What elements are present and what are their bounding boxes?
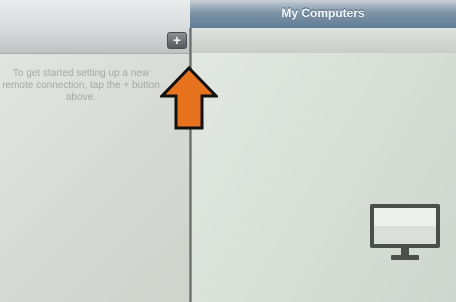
page-title: My Computers <box>281 6 365 20</box>
title-bar: My Computers <box>0 0 456 28</box>
left-header <box>0 0 190 28</box>
left-toolbar <box>0 28 190 54</box>
add-connection-button[interactable]: + <box>167 32 187 49</box>
empty-state-help-text: To get started setting up a new remote c… <box>2 68 160 103</box>
right-toolbar <box>192 28 456 53</box>
monitor-icon <box>370 204 440 260</box>
up-arrow-icon <box>160 66 218 130</box>
